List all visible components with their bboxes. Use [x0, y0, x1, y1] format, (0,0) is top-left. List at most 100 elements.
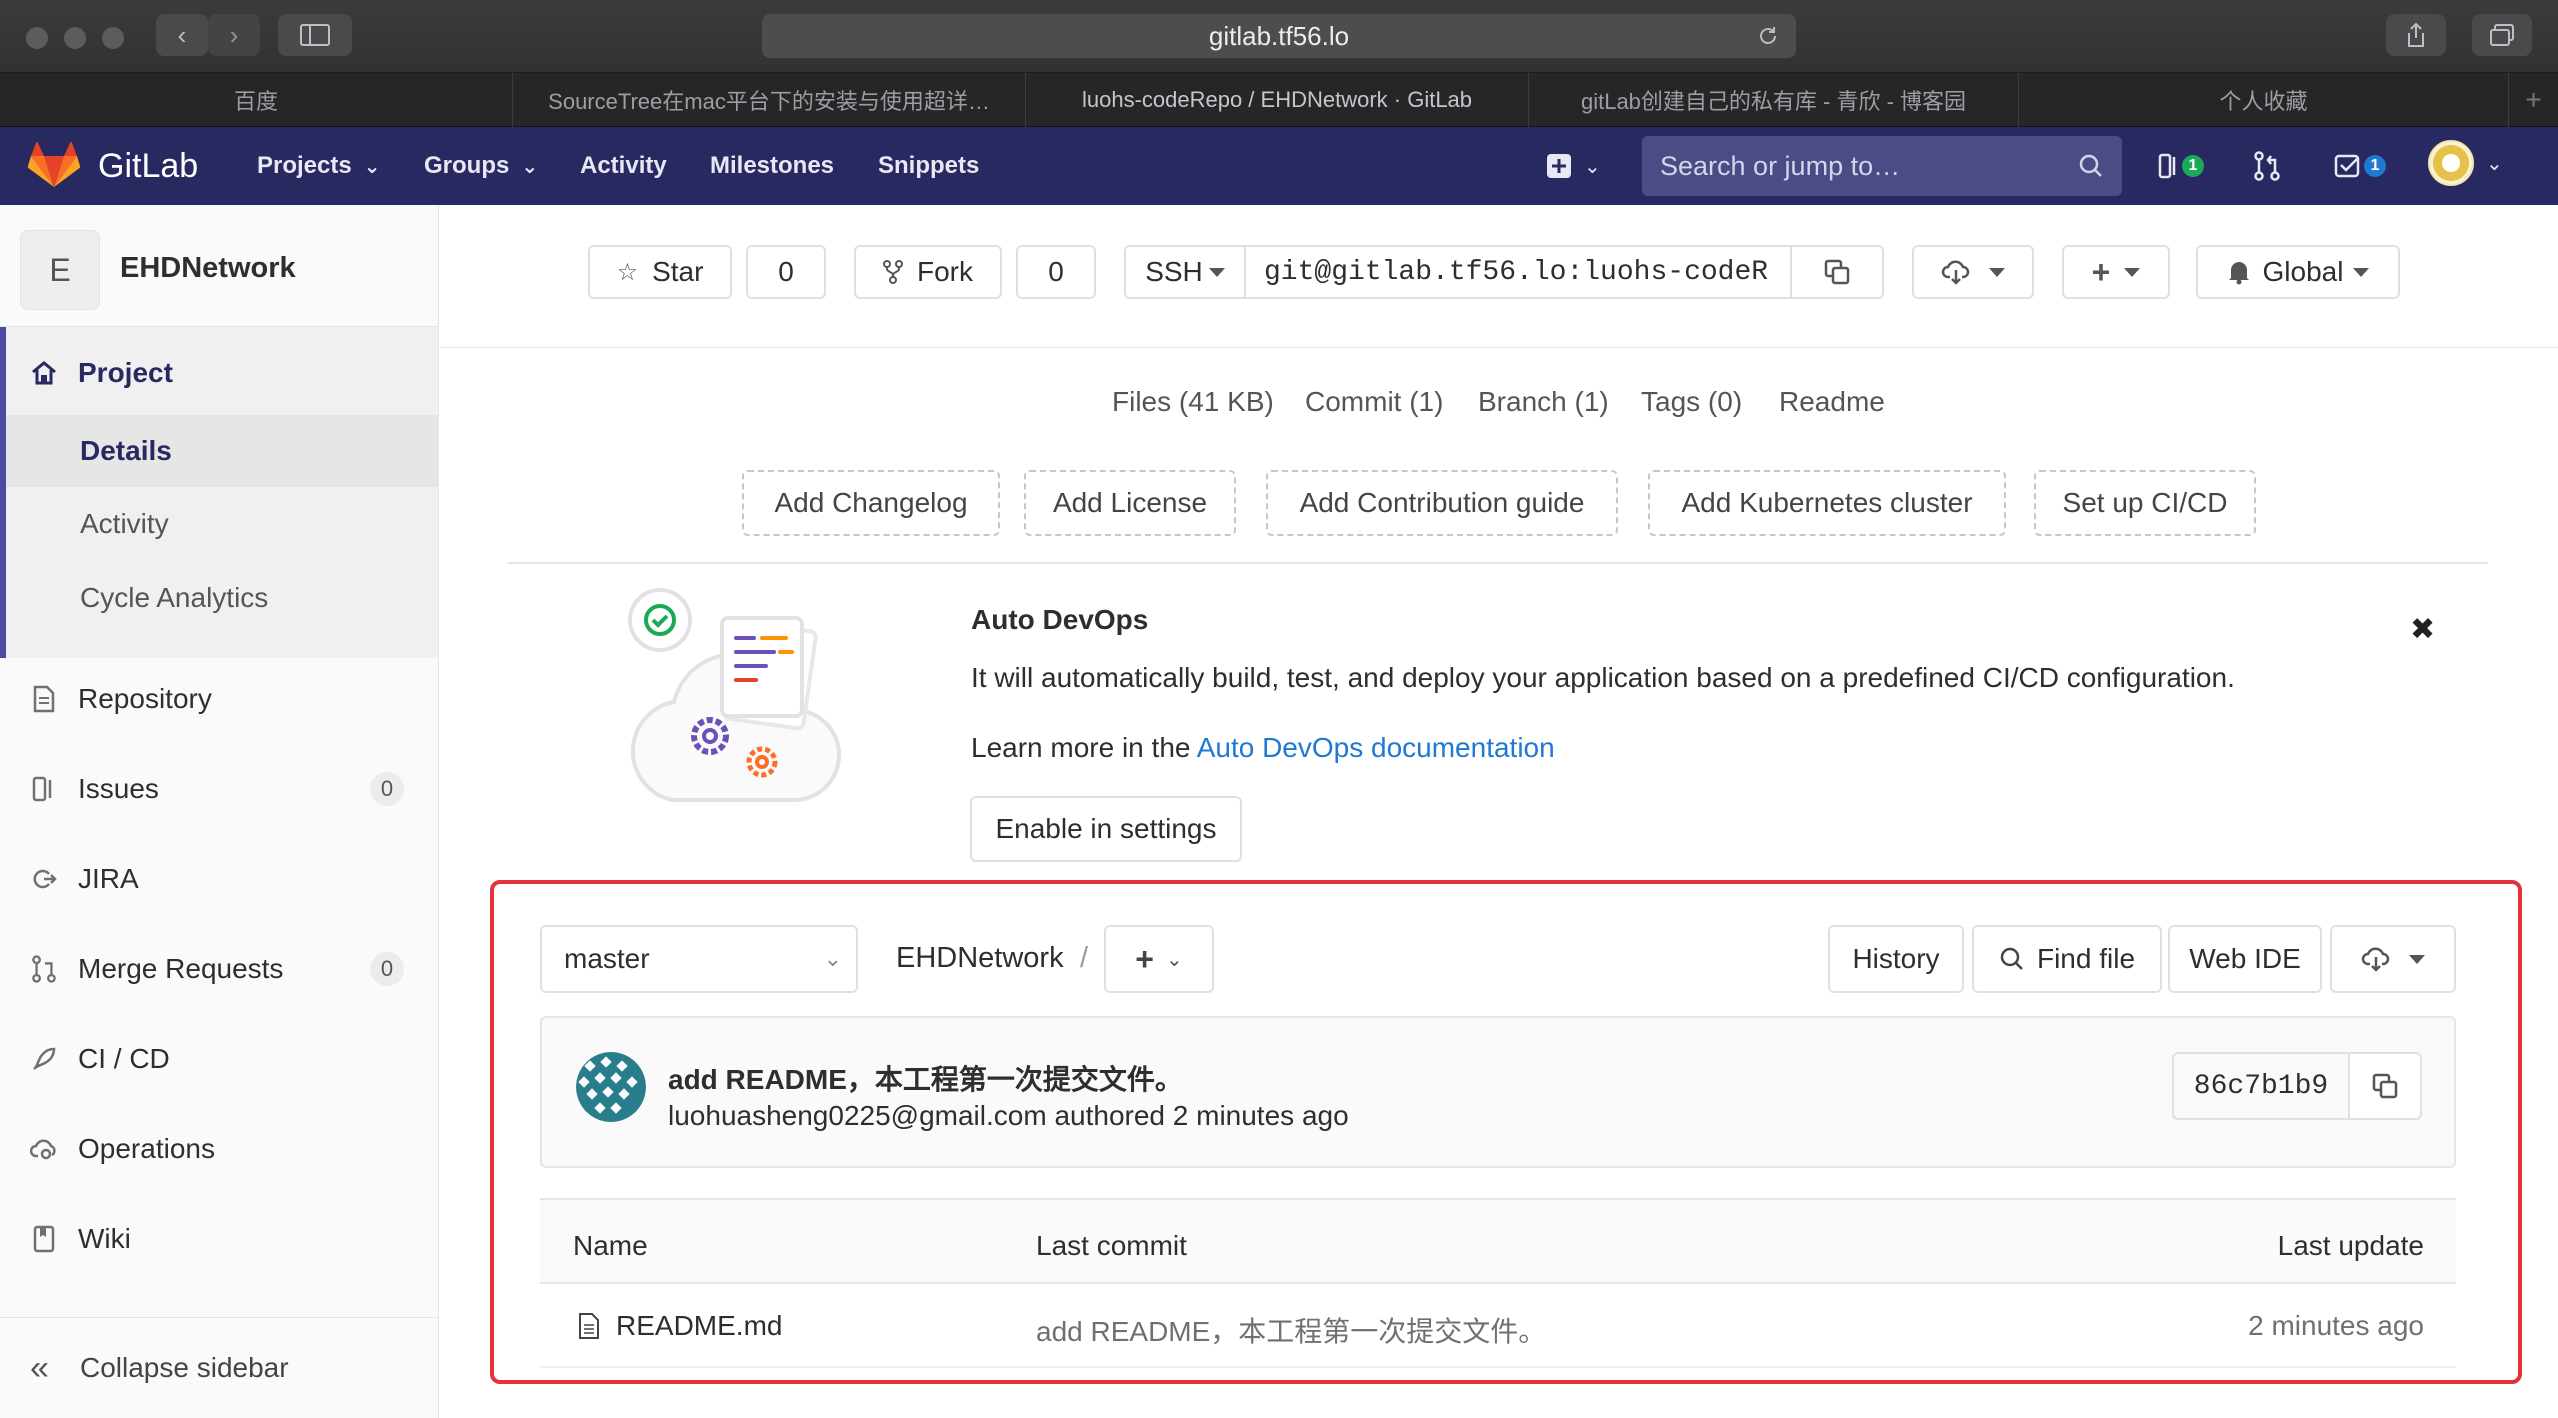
copy-sha-button[interactable]	[2348, 1052, 2422, 1120]
add-changelog-button[interactable]: Add Changelog	[742, 470, 1000, 536]
sidebar-toggle-button[interactable]	[278, 14, 352, 56]
breadcrumb-project[interactable]: EHDNetwork	[896, 942, 1064, 975]
branch-select[interactable]: master ⌄	[540, 925, 858, 993]
cloud-download-icon	[2361, 947, 2390, 972]
tabs-overview-button[interactable]	[2472, 14, 2532, 56]
history-button[interactable]: History	[1828, 925, 1964, 993]
sidebar-subitem-details[interactable]: Details	[0, 411, 438, 491]
nav-label: Snippets	[878, 152, 980, 179]
nav-label: Projects	[257, 152, 352, 179]
project-name[interactable]: EHDNetwork	[120, 252, 296, 285]
clone-protocol-dropdown[interactable]: SSH	[1124, 245, 1246, 299]
collapse-sidebar-button[interactable]: « Collapse sidebar	[0, 1317, 438, 1418]
sidebar-subitem-activity[interactable]: Activity	[0, 487, 438, 561]
browser-tab[interactable]: gitLab创建自己的私有库 - 青欣 - 博客园	[1529, 73, 2019, 127]
setup-ci-cd-button[interactable]: Set up CI/CD	[2034, 470, 2256, 536]
nav-activity[interactable]: Activity	[580, 127, 667, 205]
gitlab-brand[interactable]: GitLab	[98, 127, 198, 205]
nav-groups[interactable]: Groups ⌄	[424, 127, 538, 205]
sidebar-item-merge-requests[interactable]: Merge Requests 0	[0, 929, 438, 1009]
sidebar-item-operations[interactable]: Operations	[0, 1109, 438, 1189]
browser-tab[interactable]: 百度	[0, 73, 513, 127]
download-dropdown[interactable]	[2330, 925, 2456, 993]
nav-milestones[interactable]: Milestones	[710, 127, 834, 205]
nav-issues-button[interactable]: 1	[2158, 150, 2204, 182]
user-menu-button[interactable]: ⌄	[2428, 140, 2503, 186]
new-dropdown-button[interactable]: ⌄	[1546, 151, 1616, 181]
merge-requests-count: 0	[370, 952, 404, 986]
copy-url-button[interactable]	[1790, 245, 1884, 299]
download-dropdown[interactable]	[1912, 245, 2034, 299]
project-avatar[interactable]: E	[20, 230, 100, 310]
chevron-down-icon: ⌄	[1584, 155, 1601, 178]
file-name-link[interactable]: README.md	[616, 1310, 782, 1342]
nav-label: Activity	[580, 152, 667, 179]
enable-in-settings-button[interactable]: Enable in settings	[970, 796, 1242, 862]
commit-author-avatar[interactable]	[576, 1052, 646, 1122]
chevron-down-icon: ⌄	[363, 155, 381, 178]
url-text: gitlab.tf56.lo	[1208, 20, 1350, 51]
merge-request-icon	[30, 955, 58, 983]
nav-snippets[interactable]: Snippets	[878, 127, 979, 205]
sidebar-item-label: Details	[80, 435, 172, 466]
sidebar-item-jira[interactable]: JIRA	[0, 839, 438, 919]
sidebar-subitem-cycle-analytics[interactable]: Cycle Analytics	[0, 561, 438, 635]
browser-tab[interactable]: SourceTree在mac平台下的安装与使用超详…	[513, 73, 1026, 127]
web-ide-button[interactable]: Web IDE	[2168, 925, 2322, 993]
clone-url-input[interactable]: git@gitlab.tf56.lo:luohs-codeR	[1244, 245, 1792, 299]
browser-tab[interactable]: 个人收藏	[2019, 73, 2509, 127]
sidebar-item-wiki[interactable]: Wiki	[0, 1199, 438, 1279]
window-zoom-button[interactable]	[102, 27, 124, 49]
table-row[interactable]: README.md add README，本工程第一次提交文件。 2 minut…	[540, 1284, 2456, 1368]
sidebar-item-issues[interactable]: Issues 0	[0, 749, 438, 829]
window-close-button[interactable]	[26, 27, 48, 49]
fork-icon	[883, 260, 903, 284]
star-button[interactable]: ☆ Star	[588, 245, 732, 299]
sidebar-item-label: Issues	[78, 773, 159, 804]
star-count[interactable]: 0	[746, 245, 826, 299]
notification-dropdown[interactable]: Global	[2196, 245, 2400, 299]
find-file-label: Find file	[2036, 943, 2136, 974]
find-file-button[interactable]: Find file	[1972, 925, 2162, 993]
add-to-tree-dropdown[interactable]: + ⌄	[1104, 925, 1214, 993]
chevron-down-icon: ⌄	[2486, 152, 2503, 175]
commit-time: authored 2 minutes ago	[1054, 1100, 1349, 1131]
browser-tab-active[interactable]: luohs-codeRepo / EHDNetwork · GitLab	[1026, 73, 1529, 127]
file-last-commit-link[interactable]: add README，本工程第一次提交文件。	[1036, 1310, 1546, 1350]
nav-merge-requests-button[interactable]	[2253, 150, 2281, 187]
branches-stat-link[interactable]: Branch (1)	[1478, 386, 1609, 418]
add-contribution-guide-button[interactable]: Add Contribution guide	[1266, 470, 1618, 536]
browser-tab-bar: 百度 SourceTree在mac平台下的安装与使用超详… luohs-code…	[0, 73, 2558, 127]
nav-projects[interactable]: Projects ⌄	[257, 127, 380, 205]
auto-devops-docs-link[interactable]: Auto DevOps documentation	[1197, 732, 1555, 763]
gitlab-logo-icon[interactable]	[27, 141, 81, 191]
reload-icon[interactable]	[1756, 24, 1780, 48]
address-bar[interactable]: gitlab.tf56.lo	[762, 14, 1796, 58]
window-minimize-button[interactable]	[64, 27, 86, 49]
nav-todos-button[interactable]: 1	[2334, 150, 2386, 182]
commit-message-link[interactable]: add README，本工程第一次提交文件。	[668, 1058, 1183, 1098]
add-dropdown[interactable]: +	[2062, 245, 2170, 299]
share-button[interactable]	[2386, 14, 2446, 56]
files-stat-link[interactable]: Files (41 KB)	[1112, 386, 1274, 418]
add-license-button[interactable]: Add License	[1024, 470, 1236, 536]
search-placeholder: Search or jump to…	[1660, 150, 1901, 181]
fork-count[interactable]: 0	[1016, 245, 1096, 299]
tags-stat-link[interactable]: Tags (0)	[1641, 386, 1742, 418]
new-tab-button[interactable]: +	[2509, 73, 2558, 127]
forward-button[interactable]: ›	[208, 14, 260, 56]
back-button[interactable]: ‹	[156, 14, 208, 56]
sidebar-item-ci-cd[interactable]: CI / CD	[0, 1019, 438, 1099]
readme-stat-link[interactable]: Readme	[1779, 386, 1885, 418]
commit-author-link[interactable]: luohuasheng0225@gmail.com	[668, 1100, 1047, 1131]
sidebar-item-repository[interactable]: Repository	[0, 659, 438, 739]
notification-label: Global	[2262, 256, 2344, 287]
sidebar-item-project[interactable]: Project	[0, 333, 438, 413]
search-input[interactable]: Search or jump to…	[1642, 136, 2122, 196]
fork-button[interactable]: Fork	[854, 245, 1002, 299]
plus-icon: +	[2525, 84, 2542, 115]
close-icon[interactable]: ✖	[2410, 612, 2435, 647]
add-kubernetes-cluster-button[interactable]: Add Kubernetes cluster	[1648, 470, 2006, 536]
commit-sha-link[interactable]: 86c7b1b9	[2172, 1052, 2350, 1120]
commits-stat-link[interactable]: Commit (1)	[1305, 386, 1443, 418]
